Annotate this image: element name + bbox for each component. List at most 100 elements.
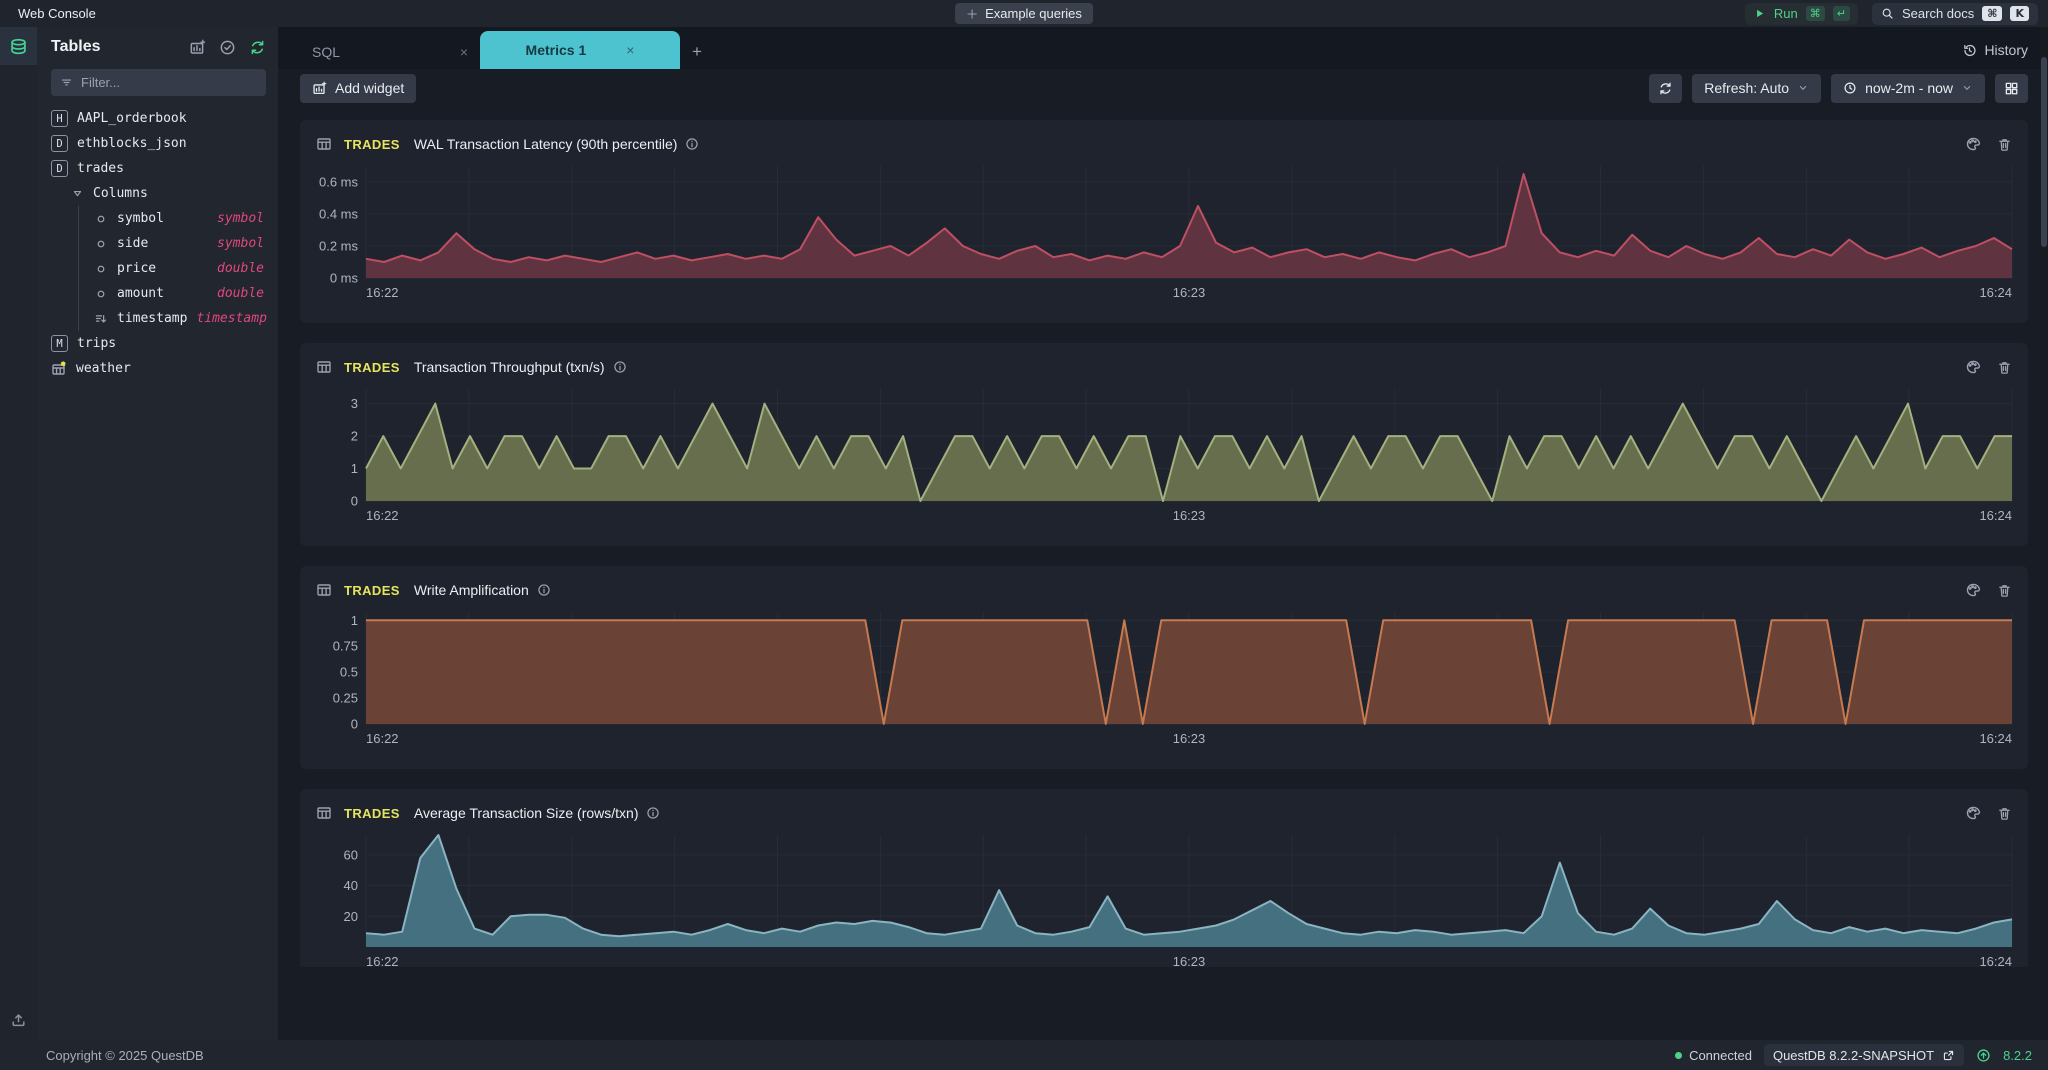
metric-widget: TRADESWAL Transaction Latency (90th perc…	[300, 120, 2028, 323]
x-tick-label: 16:22	[366, 731, 399, 746]
column-type: double	[217, 286, 264, 301]
metric-widget: TRADESAverage Transaction Size (rows/txn…	[300, 789, 2028, 967]
metric-widget: TRADESWrite Amplification00.250.50.75116…	[300, 566, 2028, 769]
tables-panel-toggle[interactable]	[0, 27, 37, 65]
scrollbar-track[interactable]	[2040, 27, 2048, 1040]
y-tick-label: 40	[344, 878, 358, 893]
add-widget-button[interactable]: Add widget	[300, 74, 416, 103]
close-icon[interactable]: ×	[626, 42, 634, 58]
trash-icon[interactable]	[1997, 806, 2012, 821]
widget-table-label: TRADES	[344, 137, 400, 152]
palette-icon[interactable]	[1965, 136, 1981, 152]
table-tree: HAAPL_orderbookDethblocks_jsonDtradesCol…	[37, 106, 278, 381]
info-icon[interactable]	[685, 137, 699, 151]
y-tick-label: 3	[351, 396, 358, 411]
column-circle-icon	[94, 237, 108, 251]
column-circle-icon	[94, 262, 108, 276]
tab-sql[interactable]: SQL ×	[300, 35, 480, 69]
upload-icon[interactable]	[10, 1011, 27, 1028]
add-widget-label: Add widget	[335, 80, 404, 96]
add-metrics-icon[interactable]	[189, 39, 206, 56]
y-tick-label: 0.4 ms	[319, 207, 359, 222]
widget-title: Average Transaction Size (rows/txn)	[414, 805, 639, 821]
column-name: price	[117, 261, 156, 276]
palette-icon[interactable]	[1965, 805, 1981, 821]
database-icon	[9, 37, 28, 56]
x-tick-label: 16:23	[1173, 954, 1206, 967]
metric-chart[interactable]: 0 ms0.2 ms0.4 ms0.6 ms16:2216:2316:24	[308, 160, 2020, 310]
metric-chart[interactable]: 00.250.50.75116:2216:2316:24	[308, 606, 2020, 756]
table-row[interactable]: HAAPL_orderbook	[37, 106, 278, 131]
column-type: symbol	[217, 211, 264, 226]
example-queries-button[interactable]: Example queries	[955, 3, 1093, 24]
info-icon[interactable]	[613, 360, 627, 374]
add-widget-icon	[312, 81, 327, 96]
column-row[interactable]: symbolsymbol	[79, 206, 278, 231]
tables-sidebar: Tables HAAPL_orderbookDethblocks_jsonDtr…	[37, 27, 278, 1040]
x-tick-label: 16:23	[1173, 285, 1206, 300]
tab-metrics[interactable]: Metrics 1 ×	[480, 31, 680, 69]
y-tick-label: 0.6 ms	[319, 175, 359, 190]
widget-table-label: TRADES	[344, 360, 400, 375]
palette-icon[interactable]	[1965, 582, 1981, 598]
column-row[interactable]: sidesymbol	[79, 231, 278, 256]
refresh-icon[interactable]	[249, 39, 266, 56]
refresh-mode-dropdown[interactable]: Refresh: Auto	[1692, 74, 1821, 103]
info-icon[interactable]	[537, 583, 551, 597]
version-link[interactable]: QuestDB 8.2.2-SNAPSHOT	[1764, 1044, 1964, 1066]
up-circle-icon[interactable]	[1976, 1048, 1991, 1063]
column-type: symbol	[217, 236, 264, 251]
x-tick-label: 16:23	[1173, 731, 1206, 746]
filter-input[interactable]	[81, 75, 257, 90]
grid-view-button[interactable]	[1995, 74, 2028, 103]
filter-icon	[60, 76, 73, 89]
time-range-dropdown[interactable]: now-2m - now	[1831, 74, 1985, 103]
y-tick-label: 0.5	[340, 665, 358, 680]
y-tick-label: 0	[351, 494, 358, 509]
widgets-area: TRADESWAL Transaction Latency (90th perc…	[278, 105, 2048, 967]
table-name: trips	[77, 336, 116, 351]
palette-icon[interactable]	[1965, 359, 1981, 375]
connected-label: Connected	[1689, 1048, 1752, 1063]
trash-icon[interactable]	[1997, 137, 2012, 152]
columns-toggle[interactable]: Columns	[37, 181, 278, 206]
table-row[interactable]: Dethblocks_json	[37, 131, 278, 156]
search-docs-button[interactable]: Search docs ⌘ K	[1872, 3, 2038, 25]
column-row[interactable]: amount double	[79, 281, 278, 306]
grid-view-icon	[2004, 81, 2019, 96]
version-short: 8.2.2	[2003, 1048, 2032, 1063]
refresh-button[interactable]	[1649, 74, 1682, 103]
column-name: amount	[117, 286, 164, 301]
table-icon	[316, 136, 332, 152]
run-button[interactable]: Run ⌘ ↵	[1745, 3, 1858, 25]
y-tick-label: 0.2 ms	[319, 239, 359, 254]
y-tick-label: 0	[351, 717, 358, 732]
metric-chart[interactable]: 012316:2216:2316:24	[308, 383, 2020, 533]
table-row[interactable]: Mtrips	[37, 331, 278, 356]
tab-strip: SQL × Metrics 1 × + History	[278, 27, 2048, 69]
trash-icon[interactable]	[1997, 583, 2012, 598]
designated-timestamp-icon	[94, 312, 108, 326]
table-kind-badge: D	[51, 160, 68, 177]
dashboard-toolbar: Add widget Refresh: Auto now-2m - now	[278, 69, 2048, 105]
column-row[interactable]: timestamptimestamp	[79, 306, 278, 331]
table-row[interactable]: Dtrades	[37, 156, 278, 181]
trash-icon[interactable]	[1997, 360, 2012, 375]
metric-chart[interactable]: 20406016:2216:2316:24	[308, 829, 2020, 967]
info-icon[interactable]	[646, 806, 660, 820]
x-tick-label: 16:22	[366, 954, 399, 967]
history-button[interactable]: History	[1962, 31, 2028, 69]
column-circle-icon	[94, 212, 108, 226]
widget-title: Write Amplification	[414, 582, 529, 598]
add-tab-button[interactable]: +	[680, 35, 714, 69]
column-row[interactable]: pricedouble	[79, 256, 278, 281]
clock-icon	[1843, 81, 1857, 95]
close-icon[interactable]: ×	[460, 44, 468, 60]
scrollbar-thumb[interactable]	[2041, 57, 2047, 247]
tab-sql-label: SQL	[312, 44, 340, 60]
table-row[interactable]: weather	[37, 356, 278, 381]
enter-key-badge: ↵	[1833, 6, 1850, 21]
check-circle-icon[interactable]	[219, 39, 236, 56]
tables-header: Tables	[51, 38, 101, 56]
widget-table-label: TRADES	[344, 583, 400, 598]
